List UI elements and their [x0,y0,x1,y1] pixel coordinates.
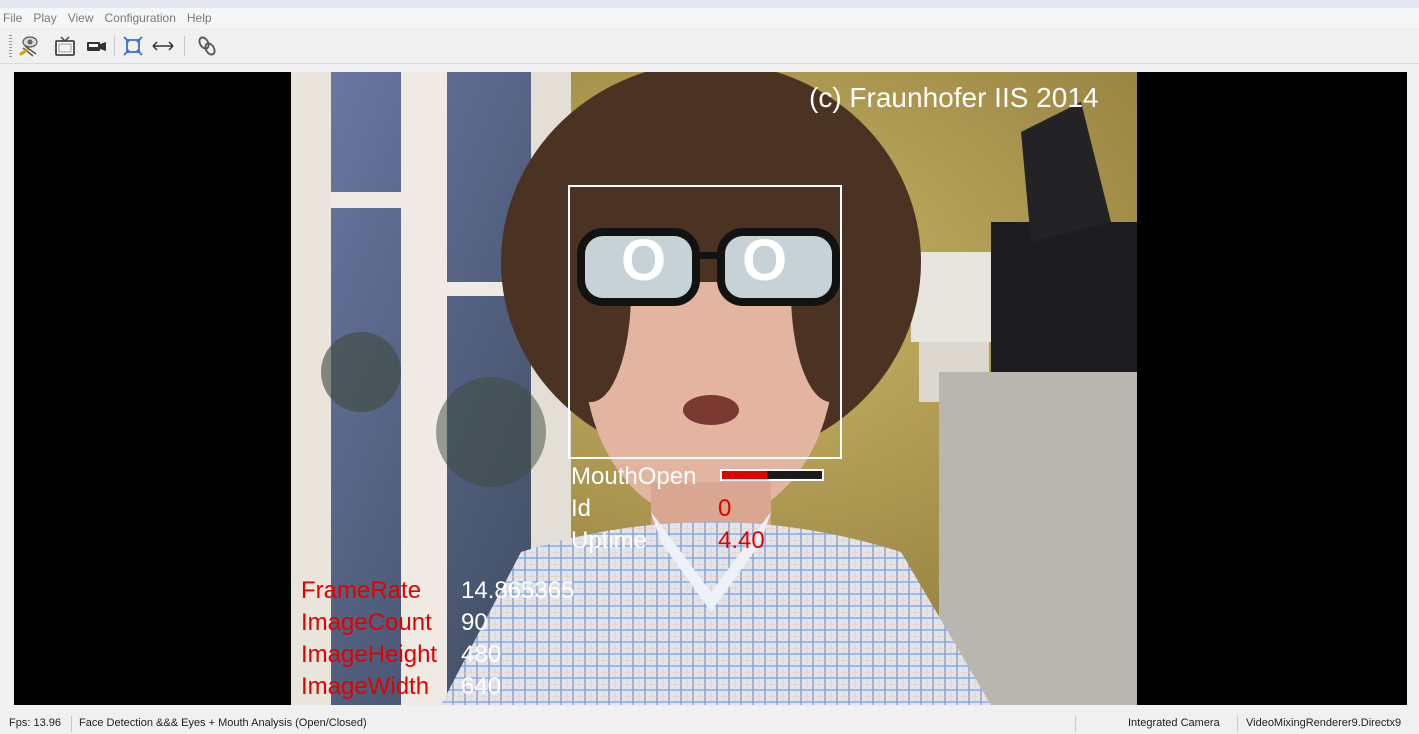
status-separator [1237,716,1238,732]
imagecount-value: 90 [461,609,488,636]
id-value: 0 [718,495,732,522]
mouth-open-label: MouthOpen [571,463,697,490]
processing-mode: Face Detection &&& Eyes + Mouth Analysis… [79,717,367,729]
toolbar [0,28,1419,64]
menu-view[interactable]: View [62,8,99,28]
left-eye-state: O [621,228,667,293]
camera-settings-icon [19,36,38,57]
imageheight-value: 480 [461,641,502,668]
copyright-watermark: (c) Fraunhofer IIS 2014 [809,82,1099,113]
imagewidth-value: 640 [461,673,502,700]
menu-help[interactable]: Help [181,8,217,28]
framerate-value: 14.865365 [461,577,575,604]
menu-file[interactable]: File [0,8,27,28]
status-separator [1075,716,1076,732]
status-separator [71,716,72,732]
imagecount-label: ImageCount [301,609,432,636]
menu-bar: File Play View Configuration Help [0,8,1419,28]
window-top-strip [0,0,1419,8]
id-label: Id [571,495,592,522]
tv-icon [55,36,75,56]
toolbar-separator [184,36,185,56]
stretch-horizontal-icon [152,41,174,51]
mouth-open-meter [720,469,824,481]
video-camera-button[interactable] [84,33,110,59]
renderer-name: VideoMixingRenderer9.Directx9 [1246,717,1402,729]
uptime-value: 4.40 [718,527,765,554]
fit-window-button[interactable] [120,33,146,59]
imagewidth-label: ImageWidth [301,673,430,700]
camera-name: Integrated Camera [1128,717,1220,729]
menu-play[interactable]: Play [27,8,61,28]
link-button[interactable] [194,33,220,59]
toolbar-separator [114,36,115,56]
camera-settings-button[interactable] [18,33,44,59]
uptime-label: Uptime [571,527,648,554]
stretch-horizontal-button[interactable] [150,33,176,59]
status-bar: Fps: 13.96 Face Detection &&& Eyes + Mou… [0,714,1419,734]
camera-frame: (c) Fraunhofer IIS 2014 O O MouthOpen Id… [291,72,1137,705]
tv-button[interactable] [52,33,78,59]
framerate-label: FrameRate [301,577,422,604]
menu-configuration[interactable]: Configuration [98,8,180,28]
toolbar-grip[interactable] [9,35,12,57]
video-camera-icon [87,42,106,51]
imageheight-label: ImageHeight [301,641,438,668]
face-detection-box [568,185,842,459]
link-icon [198,36,216,56]
fit-window-icon [123,36,143,56]
fps-readout: Fps: 13.96 [9,717,61,729]
mouth-open-meter-fill [722,471,767,479]
video-viewport[interactable]: (c) Fraunhofer IIS 2014 O O MouthOpen Id… [14,72,1407,705]
right-eye-state: O [742,228,788,293]
